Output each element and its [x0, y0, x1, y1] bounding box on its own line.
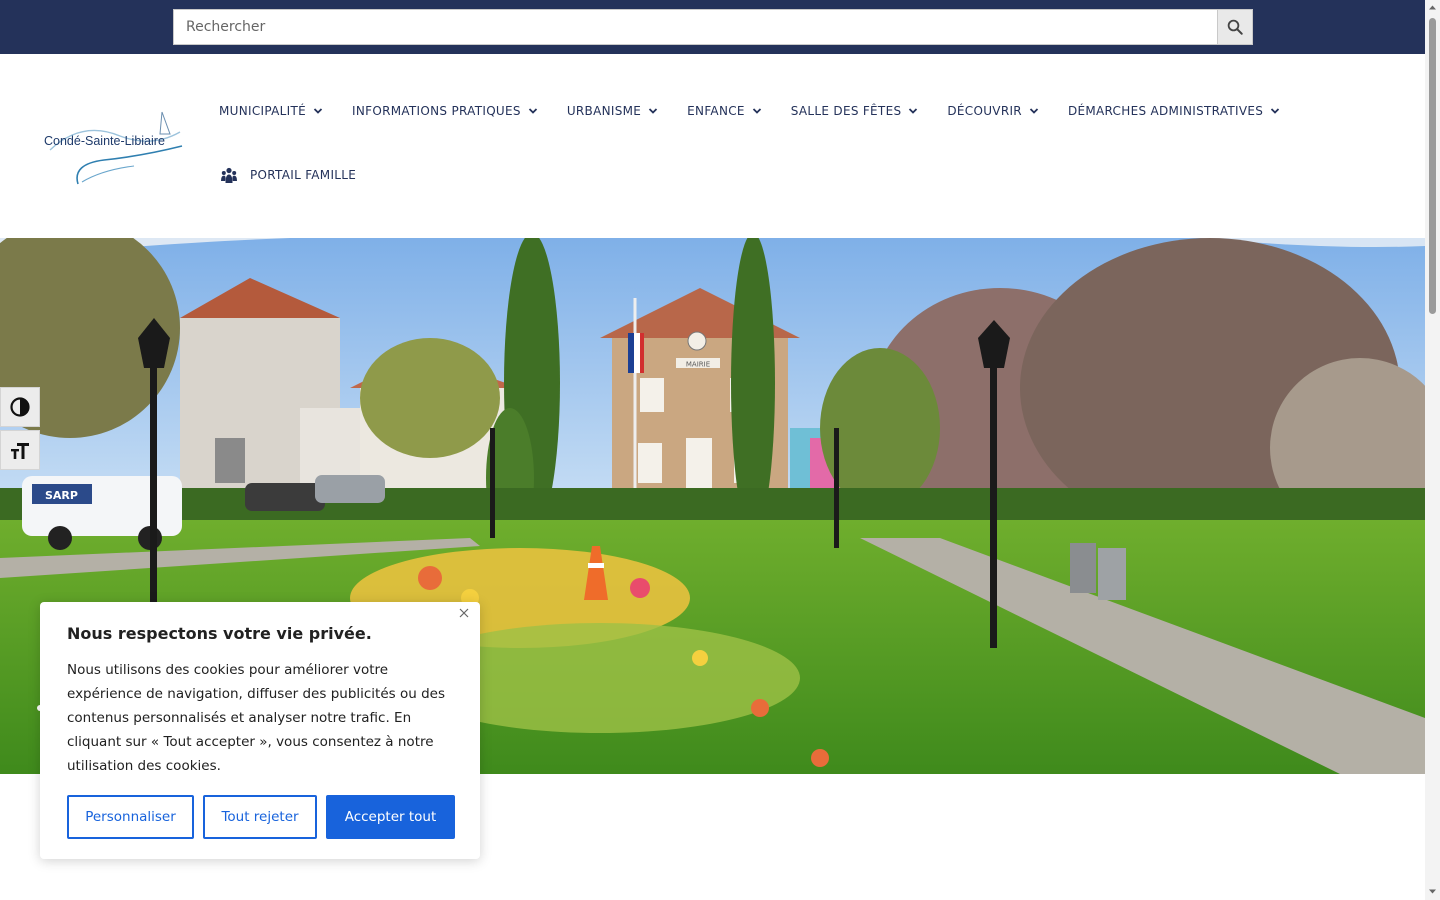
page-scrollbar[interactable] [1425, 0, 1440, 900]
nav-label: ENFANCE [687, 104, 745, 118]
nav-label: SALLE DES FÊTES [790, 104, 902, 118]
logo-text: Condé-Sainte-Libiaire [44, 134, 165, 148]
nav-label: URBANISME [566, 104, 642, 118]
nav-item-municipalite[interactable]: MUNICIPALITÉ [219, 101, 323, 121]
nav-item-demarches-administratives[interactable]: DÉMARCHES ADMINISTRATIVES [1068, 101, 1280, 121]
portail-famille-label: PORTAIL FAMILLE [250, 168, 357, 182]
nav-label: INFORMATIONS PRATIQUES [352, 104, 521, 118]
mairie-sign: MAIRIE [686, 361, 710, 369]
van-text: SARP [45, 489, 78, 502]
scrollbar-thumb[interactable] [1429, 18, 1436, 314]
cookie-consent-banner: Nous respectons votre vie privée. Nous u… [40, 602, 480, 859]
accessibility-toolbar [0, 387, 40, 473]
chevron-down-icon [313, 108, 323, 114]
chevron-down-icon [752, 108, 761, 114]
contrast-icon [10, 397, 30, 417]
main-navigation: MUNICIPALITÉ INFORMATIONS PRATIQUES URBA… [219, 101, 1309, 121]
nav-item-urbanisme[interactable]: URBANISME [567, 101, 658, 121]
text-size-icon [11, 443, 29, 459]
site-logo[interactable]: Condé-Sainte-Libiaire [42, 110, 187, 188]
chevron-down-icon [528, 108, 537, 114]
chevron-down-icon [649, 108, 658, 114]
nav-label: DÉCOUVRIR [947, 104, 1022, 118]
nav-item-portail-famille[interactable]: PORTAIL FAMILLE [220, 166, 356, 184]
cookie-title: Nous respectons votre vie privée. [67, 624, 372, 643]
site-header: Condé-Sainte-Libiaire MUNICIPALITÉ INFOR… [0, 54, 1425, 238]
close-icon[interactable] [456, 605, 472, 621]
accept-all-button[interactable]: Accepter tout [326, 795, 455, 839]
cookie-description: Nous utilisons des cookies pour améliore… [67, 662, 445, 774]
chevron-down-icon [1029, 108, 1039, 114]
search-button[interactable] [1217, 9, 1253, 45]
top-search-bar [0, 0, 1425, 54]
search-icon [1227, 19, 1243, 35]
scroll-up-icon[interactable] [1428, 3, 1437, 12]
cookie-actions: Personnaliser Tout rejeter Accepter tout [67, 795, 455, 839]
people-icon [221, 167, 237, 183]
nav-label: MUNICIPALITÉ [219, 104, 306, 118]
nav-item-informations-pratiques[interactable]: INFORMATIONS PRATIQUES [352, 101, 538, 121]
reject-all-button[interactable]: Tout rejeter [203, 795, 317, 839]
contrast-toggle-button[interactable] [0, 387, 40, 427]
chevron-down-icon [1271, 108, 1280, 114]
chevron-down-icon [909, 108, 918, 114]
search-input[interactable] [173, 9, 1217, 45]
search-form [173, 9, 1253, 45]
nav-item-enfance[interactable]: ENFANCE [687, 101, 762, 121]
customize-button[interactable]: Personnaliser [67, 795, 194, 839]
nav-item-decouvrir[interactable]: DÉCOUVRIR [947, 101, 1039, 121]
nav-item-salle-des-fetes[interactable]: SALLE DES FÊTES [791, 101, 919, 121]
font-size-button[interactable] [0, 430, 40, 470]
scroll-down-icon[interactable] [1428, 887, 1437, 896]
nav-label: DÉMARCHES ADMINISTRATIVES [1067, 104, 1264, 118]
